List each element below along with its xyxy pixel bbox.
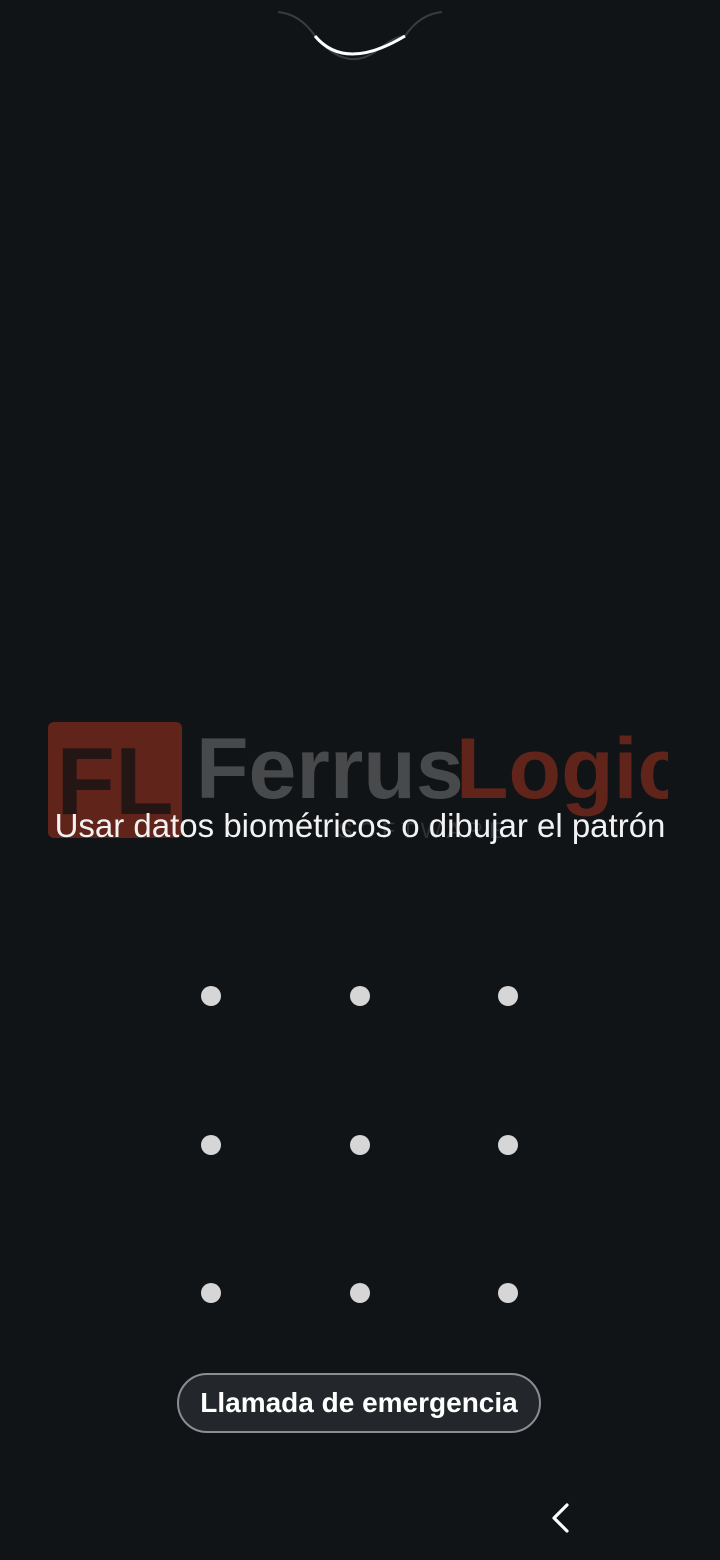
emergency-call-button[interactable]: Llamada de emergencia bbox=[177, 1373, 541, 1433]
pattern-dot-9[interactable] bbox=[498, 1283, 518, 1303]
pattern-dot-5[interactable] bbox=[350, 1135, 370, 1155]
pattern-dot-6[interactable] bbox=[498, 1135, 518, 1155]
watermark-word-ferrus: Ferrus bbox=[196, 721, 464, 817]
chevron-left-icon bbox=[552, 1503, 569, 1533]
pattern-dot-7[interactable] bbox=[201, 1283, 221, 1303]
watermark-word-logic: Logic bbox=[456, 721, 668, 817]
emergency-call-label: Llamada de emergencia bbox=[200, 1387, 518, 1418]
pattern-dot-3[interactable] bbox=[498, 986, 518, 1006]
camera-notch bbox=[277, 11, 443, 61]
pattern-dot-8[interactable] bbox=[350, 1283, 370, 1303]
pattern-dot-4[interactable] bbox=[201, 1135, 221, 1155]
pattern-dot-1[interactable] bbox=[201, 986, 221, 1006]
pattern-lock-grid[interactable] bbox=[136, 921, 582, 1367]
back-button[interactable] bbox=[535, 1490, 585, 1546]
pattern-dot-2[interactable] bbox=[350, 986, 370, 1006]
unlock-prompt: Usar datos biométricos o dibujar el patr… bbox=[54, 807, 666, 844]
